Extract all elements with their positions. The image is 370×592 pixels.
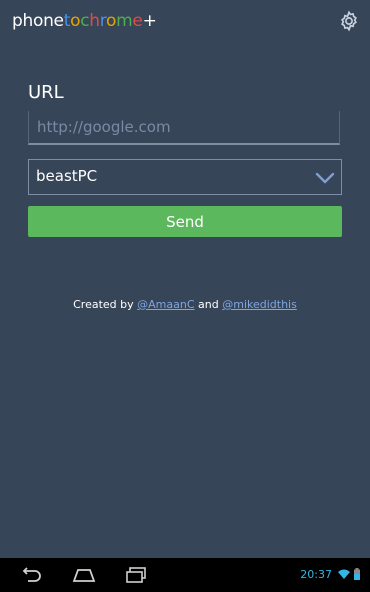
back-icon[interactable] — [20, 566, 44, 584]
logo-letter-8: e — [132, 11, 143, 31]
credits-prefix: Created by — [73, 298, 134, 311]
app-logo: phonetochrome+ — [12, 11, 157, 31]
author-link-amaanc[interactable]: @AmaanC — [137, 298, 194, 311]
battery-icon — [354, 568, 360, 580]
credits-joiner: and — [198, 298, 219, 311]
wifi-icon — [338, 569, 350, 579]
recents-icon[interactable] — [124, 566, 148, 584]
url-label: URL — [28, 82, 64, 103]
chevron-down-icon — [315, 172, 335, 184]
logo-letter-2: o — [70, 11, 81, 31]
send-button[interactable]: Send — [28, 206, 342, 237]
logo-letter-9: + — [142, 11, 157, 31]
logo-letter-6: o — [106, 11, 117, 31]
home-icon[interactable] — [72, 566, 96, 584]
device-selected-value: beastPC — [36, 167, 98, 185]
system-navigation-bar: 20:37 — [0, 558, 370, 592]
logo-letter-4: h — [89, 11, 100, 31]
credits: Created by @AmaanC and @mikedidthis — [0, 298, 370, 311]
app-header: phonetochrome+ — [0, 0, 370, 44]
logo-letter-0: phone — [12, 11, 64, 31]
author-link-mikedidthis[interactable]: @mikedidthis — [222, 298, 297, 311]
url-input[interactable] — [28, 111, 340, 145]
device-select[interactable]: beastPC — [28, 159, 342, 195]
status-clock: 20:37 — [300, 568, 332, 581]
logo-letter-7: m — [116, 11, 133, 31]
logo-letter-3: c — [80, 11, 90, 31]
gear-icon[interactable] — [338, 10, 360, 32]
